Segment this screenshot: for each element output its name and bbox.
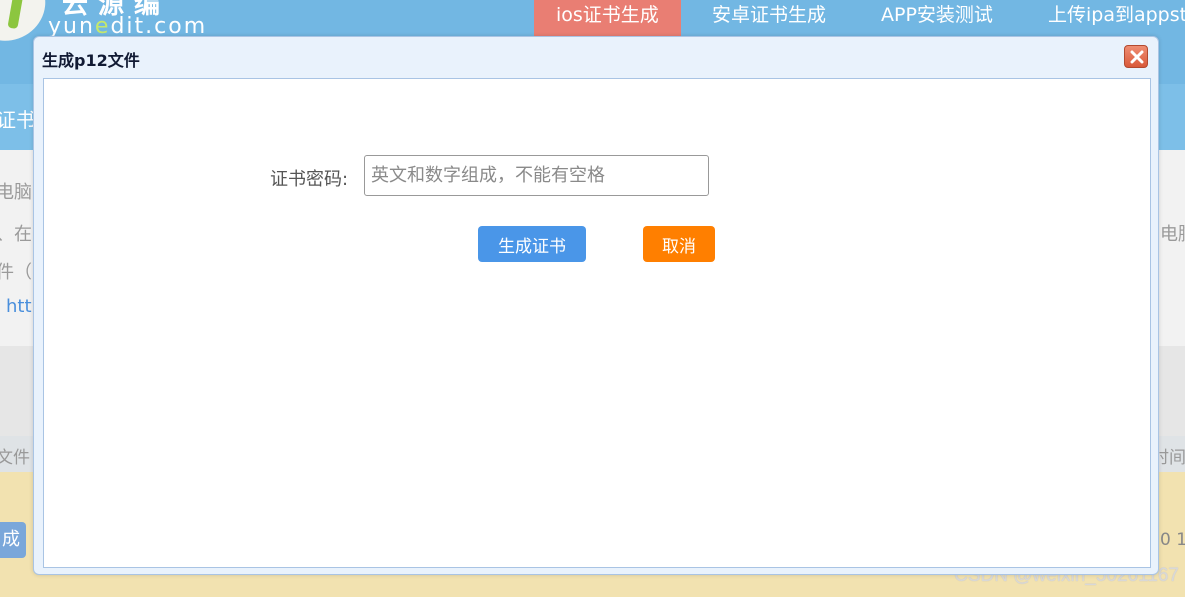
dialog-title: 生成p12文件: [42, 51, 140, 70]
row-time-value: 0 1: [1160, 530, 1185, 550]
instruction-line-3: 件（: [0, 262, 32, 283]
instruction-line-2: 、在: [0, 224, 32, 245]
instruction-link[interactable]: htt: [6, 296, 32, 317]
password-label: 证书密码:: [270, 169, 349, 190]
generate-cert-button[interactable]: 生成证书: [478, 226, 586, 262]
row-action-button[interactable]: 成: [0, 522, 26, 558]
section-banner-text: 证书: [0, 108, 36, 132]
close-button[interactable]: [1124, 45, 1148, 68]
instruction-line-right: 电脑: [1160, 224, 1185, 245]
nav-item-ios-cert[interactable]: ios证书生成: [534, 0, 681, 36]
table-header-file: 文件: [0, 448, 30, 468]
close-x-icon: [1130, 50, 1144, 64]
generate-p12-dialog: 生成p12文件 证书密码: 生成证书 取消: [33, 36, 1159, 575]
nav-item-upload-ipa[interactable]: 上传ipa到appst: [1048, 0, 1185, 36]
nav-item-app-install-test[interactable]: APP安装测试: [881, 0, 993, 36]
cancel-button[interactable]: 取消: [643, 226, 715, 262]
nav-item-android-cert[interactable]: 安卓证书生成: [712, 0, 826, 36]
cert-password-input[interactable]: [364, 155, 709, 196]
dialog-body: 证书密码: 生成证书 取消: [43, 78, 1151, 568]
